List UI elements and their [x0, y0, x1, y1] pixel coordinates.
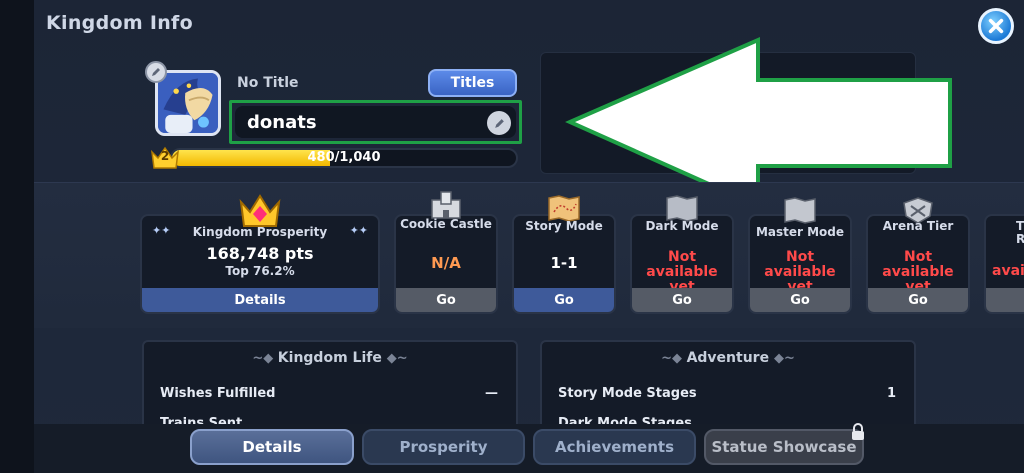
ornament-icon: ◆~ [773, 351, 795, 366]
stat-row: Story Mode Stages 1 [558, 386, 896, 401]
go-button[interactable]: Go [750, 288, 850, 312]
xp-text: 480/1,040 [307, 150, 381, 165]
ornament-icon: ◆~ [386, 351, 408, 366]
titles-button[interactable]: Titles [428, 69, 517, 97]
cookie-castle-value: N/A [431, 254, 461, 272]
go-button[interactable] [986, 288, 1024, 312]
card-label: Arena Tier [882, 219, 954, 233]
go-button[interactable]: Go [396, 288, 496, 312]
card-label: Master Mode [755, 225, 845, 239]
card-dark-mode: Dark Mode Not available yet Go [630, 195, 734, 314]
close-button[interactable] [978, 8, 1014, 44]
map-icon [784, 197, 816, 224]
level-number: 2 [160, 149, 170, 163]
cookie-avatar-image [158, 73, 218, 133]
player-title: No Title [237, 75, 299, 91]
card-label: Dark Mode [645, 219, 719, 233]
player-name: donats [247, 111, 317, 133]
player-name-field[interactable]: donats [229, 100, 522, 144]
go-button[interactable]: Go [632, 288, 732, 312]
go-button[interactable]: Go [868, 288, 968, 312]
tab-bar [34, 424, 1024, 473]
ornament-icon: ~◆ [661, 351, 687, 366]
avatar[interactable] [155, 70, 221, 136]
card-partial: T R avail [984, 214, 1024, 314]
tab-details[interactable]: Details [190, 429, 354, 465]
card-story-mode: Story Mode 1-1 Go [512, 195, 616, 314]
section-title: ~◆ Kingdom Life ◆~ [252, 350, 408, 366]
prosperity-points: 168,748 pts [206, 244, 314, 263]
map-icon [666, 195, 698, 222]
tab-achievements[interactable]: Achievements [533, 429, 696, 465]
prosperity-rank: Top 76.2% [225, 264, 295, 278]
ornament-icon: ~◆ [252, 351, 278, 366]
close-icon [988, 18, 1004, 34]
card-label: Cookie Castle [400, 217, 492, 231]
castle-icon [431, 191, 461, 219]
xp-bar: 480/1,040 [170, 148, 518, 168]
lock-icon [852, 423, 864, 440]
kingdom-info-screen: Kingdom Info No Title Titles donats 480/… [0, 0, 1024, 473]
card-label: Story Mode [525, 219, 603, 233]
card-kingdom-prosperity: ✦✦ ✦✦ Kingdom Prosperity 168,748 pts Top… [140, 194, 380, 314]
tab-statue-showcase[interactable]: Statue Showcase [704, 423, 864, 465]
pencil-icon [152, 68, 160, 76]
stat-row: Wishes Fulfilled — [160, 386, 498, 401]
card-master-mode: Master Mode Not available yet Go [748, 197, 852, 314]
left-bezel [0, 0, 34, 473]
pencil-icon [494, 118, 504, 128]
tab-prosperity[interactable]: Prosperity [362, 429, 525, 465]
partial-value: avail [992, 263, 1024, 279]
details-button[interactable]: Details [142, 288, 378, 312]
section-kingdom-life: ~◆ Kingdom Life ◆~ Wishes Fulfilled — Tr… [142, 340, 518, 431]
card-label: R [1016, 232, 1024, 246]
section-adventure: ~◆ Adventure ◆~ Story Mode Stages 1 Dark… [540, 340, 916, 431]
card-arena-tier: Arena Tier Not available yet Go [866, 197, 970, 314]
card-label: Kingdom Prosperity [192, 225, 328, 239]
go-button[interactable]: Go [514, 288, 614, 312]
story-mode-value: 1-1 [550, 254, 578, 272]
map-icon [548, 195, 580, 222]
tab-label: Statue Showcase [711, 438, 857, 456]
avatar-edit-button[interactable] [145, 61, 167, 83]
section-title: ~◆ Adventure ◆~ [661, 350, 795, 366]
window-title: Kingdom Info [46, 12, 193, 34]
card-cookie-castle: Cookie Castle N/A Go [394, 191, 498, 314]
level-badge: 2 [150, 144, 180, 172]
name-edit-button[interactable] [487, 111, 511, 135]
